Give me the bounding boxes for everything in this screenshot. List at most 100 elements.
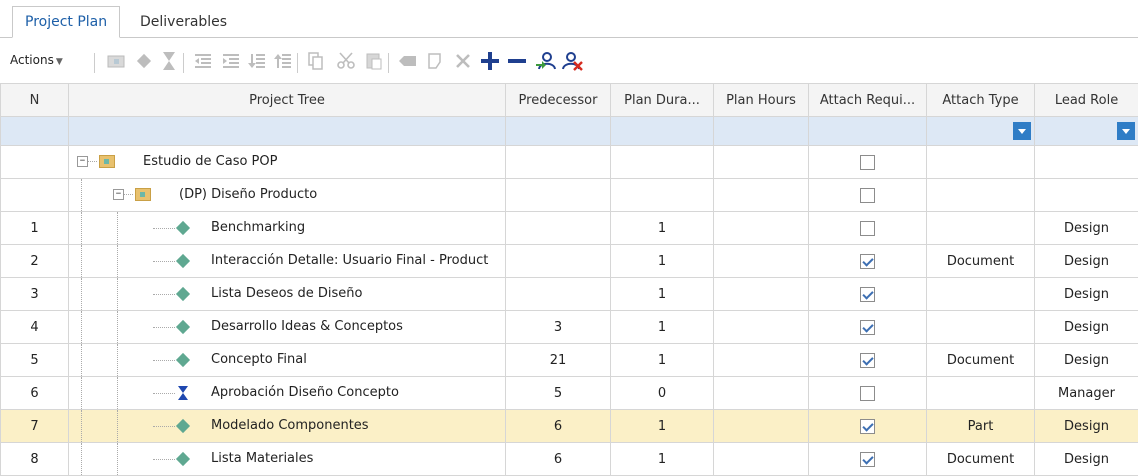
plan-duration-cell[interactable]: 1 — [611, 212, 714, 245]
collapse-toggle-icon[interactable]: − — [77, 156, 88, 167]
table-row[interactable]: 1Benchmarking1Design — [1, 212, 1138, 245]
column-header-predecessor[interactable]: Predecessor — [506, 84, 611, 117]
project-tree-cell[interactable]: Concepto Final — [69, 344, 506, 377]
indent-icon[interactable] — [218, 48, 244, 74]
dropdown-arrow-icon[interactable] — [1013, 122, 1031, 140]
table-row[interactable]: 6Aprobación Diseño Concepto50Manager — [1, 377, 1138, 410]
plan-duration-cell[interactable]: 1 — [611, 410, 714, 443]
attach-type-cell[interactable] — [927, 179, 1035, 212]
plan-hours-cell[interactable] — [714, 410, 809, 443]
attach-required-checkbox[interactable] — [860, 386, 875, 401]
column-header-project-tree[interactable]: Project Tree — [69, 84, 506, 117]
plan-duration-cell[interactable]: 1 — [611, 311, 714, 344]
predecessor-cell[interactable]: 6 — [506, 443, 611, 476]
add-icon[interactable] — [477, 48, 503, 74]
project-tree-cell[interactable]: Benchmarking — [69, 212, 506, 245]
attach-required-checkbox[interactable] — [860, 353, 875, 368]
plan-hours-cell[interactable] — [714, 146, 809, 179]
delete-icon[interactable] — [450, 48, 476, 74]
dropdown-arrow-icon[interactable] — [1117, 122, 1135, 140]
plan-duration-cell[interactable]: 1 — [611, 245, 714, 278]
filter-cell[interactable] — [611, 117, 714, 146]
attach-type-cell[interactable]: Document — [927, 443, 1035, 476]
project-tree-cell[interactable]: Aprobación Diseño Concepto — [69, 377, 506, 410]
lead-role-cell[interactable]: Design — [1035, 278, 1138, 311]
predecessor-cell[interactable]: 3 — [506, 311, 611, 344]
tab-deliverables[interactable]: Deliverables — [128, 7, 239, 37]
column-header-attach-type[interactable]: Attach Type — [927, 84, 1035, 117]
plan-duration-cell[interactable]: 0 — [611, 377, 714, 410]
lead-role-cell[interactable]: Design — [1035, 410, 1138, 443]
predecessor-cell[interactable] — [506, 278, 611, 311]
paste-icon[interactable] — [361, 48, 387, 74]
unassign-user-icon[interactable] — [559, 48, 585, 74]
attach-type-cell[interactable] — [927, 377, 1035, 410]
column-header-attach-required[interactable]: Attach Requi... — [809, 84, 927, 117]
plan-hours-cell[interactable] — [714, 278, 809, 311]
attach-required-checkbox[interactable] — [860, 320, 875, 335]
lead-role-cell[interactable] — [1035, 146, 1138, 179]
attach-type-cell[interactable] — [927, 278, 1035, 311]
project-tree-cell[interactable]: Lista Deseos de Diseño — [69, 278, 506, 311]
project-tree-cell[interactable]: Interacción Detalle: Usuario Final - Pro… — [69, 245, 506, 278]
project-tree-cell[interactable]: −Estudio de Caso POP — [69, 146, 506, 179]
plan-hours-cell[interactable] — [714, 311, 809, 344]
attach-required-checkbox[interactable] — [860, 419, 875, 434]
approval-hourglass-icon[interactable] — [156, 48, 182, 74]
project-tree-cell[interactable]: −(DP) Diseño Producto — [69, 179, 506, 212]
collapse-toggle-icon[interactable]: − — [113, 189, 124, 200]
lead-role-cell[interactable]: Design — [1035, 245, 1138, 278]
move-down-icon[interactable] — [244, 48, 270, 74]
column-header-n[interactable]: N — [1, 84, 69, 117]
plan-hours-cell[interactable] — [714, 344, 809, 377]
filter-cell[interactable] — [1, 117, 69, 146]
filter-cell[interactable] — [714, 117, 809, 146]
project-tree-cell[interactable]: Modelado Componentes — [69, 410, 506, 443]
attach-required-checkbox[interactable] — [860, 287, 875, 302]
table-row[interactable]: 4Desarrollo Ideas & Conceptos31Design — [1, 311, 1138, 344]
plan-hours-cell[interactable] — [714, 245, 809, 278]
plan-duration-cell[interactable]: 1 — [611, 278, 714, 311]
table-row[interactable]: 2Interacción Detalle: Usuario Final - Pr… — [1, 245, 1138, 278]
filter-cell[interactable] — [506, 117, 611, 146]
milestone-diamond-icon[interactable] — [131, 48, 157, 74]
outdent-icon[interactable] — [190, 48, 216, 74]
copy-icon[interactable] — [303, 48, 329, 74]
column-header-lead-role[interactable]: Lead Role — [1035, 84, 1138, 117]
column-header-plan-hours[interactable]: Plan Hours — [714, 84, 809, 117]
plan-duration-cell[interactable]: 1 — [611, 443, 714, 476]
assign-user-icon[interactable] — [533, 48, 559, 74]
predecessor-cell[interactable] — [506, 212, 611, 245]
lead-role-cell[interactable]: Design — [1035, 311, 1138, 344]
edit-note-icon[interactable] — [423, 48, 449, 74]
table-row[interactable]: 8Lista Materiales61DocumentDesign — [1, 443, 1138, 476]
predecessor-cell[interactable] — [506, 146, 611, 179]
attach-required-checkbox[interactable] — [860, 221, 875, 236]
lead-role-cell[interactable]: Design — [1035, 443, 1138, 476]
filter-attach-type[interactable] — [927, 117, 1035, 146]
lead-role-cell[interactable]: Design — [1035, 344, 1138, 377]
attach-type-cell[interactable] — [927, 212, 1035, 245]
attach-required-checkbox[interactable] — [860, 254, 875, 269]
tab-project-plan[interactable]: Project Plan — [12, 6, 120, 38]
attach-type-cell[interactable]: Document — [927, 245, 1035, 278]
cut-icon[interactable] — [333, 48, 359, 74]
predecessor-cell[interactable]: 5 — [506, 377, 611, 410]
remove-icon[interactable] — [504, 48, 530, 74]
table-row[interactable]: 3Lista Deseos de Diseño1Design — [1, 278, 1138, 311]
attach-type-cell[interactable] — [927, 146, 1035, 179]
attach-type-cell[interactable]: Document — [927, 344, 1035, 377]
lead-role-cell[interactable]: Design — [1035, 212, 1138, 245]
plan-hours-cell[interactable] — [714, 443, 809, 476]
attach-type-cell[interactable] — [927, 311, 1035, 344]
add-folder-icon[interactable] — [103, 48, 129, 74]
move-up-icon[interactable] — [270, 48, 296, 74]
lead-role-cell[interactable] — [1035, 179, 1138, 212]
predecessor-cell[interactable] — [506, 245, 611, 278]
table-row[interactable]: 7Modelado Componentes61PartDesign — [1, 410, 1138, 443]
predecessor-cell[interactable] — [506, 179, 611, 212]
predecessor-cell[interactable]: 6 — [506, 410, 611, 443]
plan-hours-cell[interactable] — [714, 179, 809, 212]
attach-type-cell[interactable]: Part — [927, 410, 1035, 443]
plan-hours-cell[interactable] — [714, 212, 809, 245]
